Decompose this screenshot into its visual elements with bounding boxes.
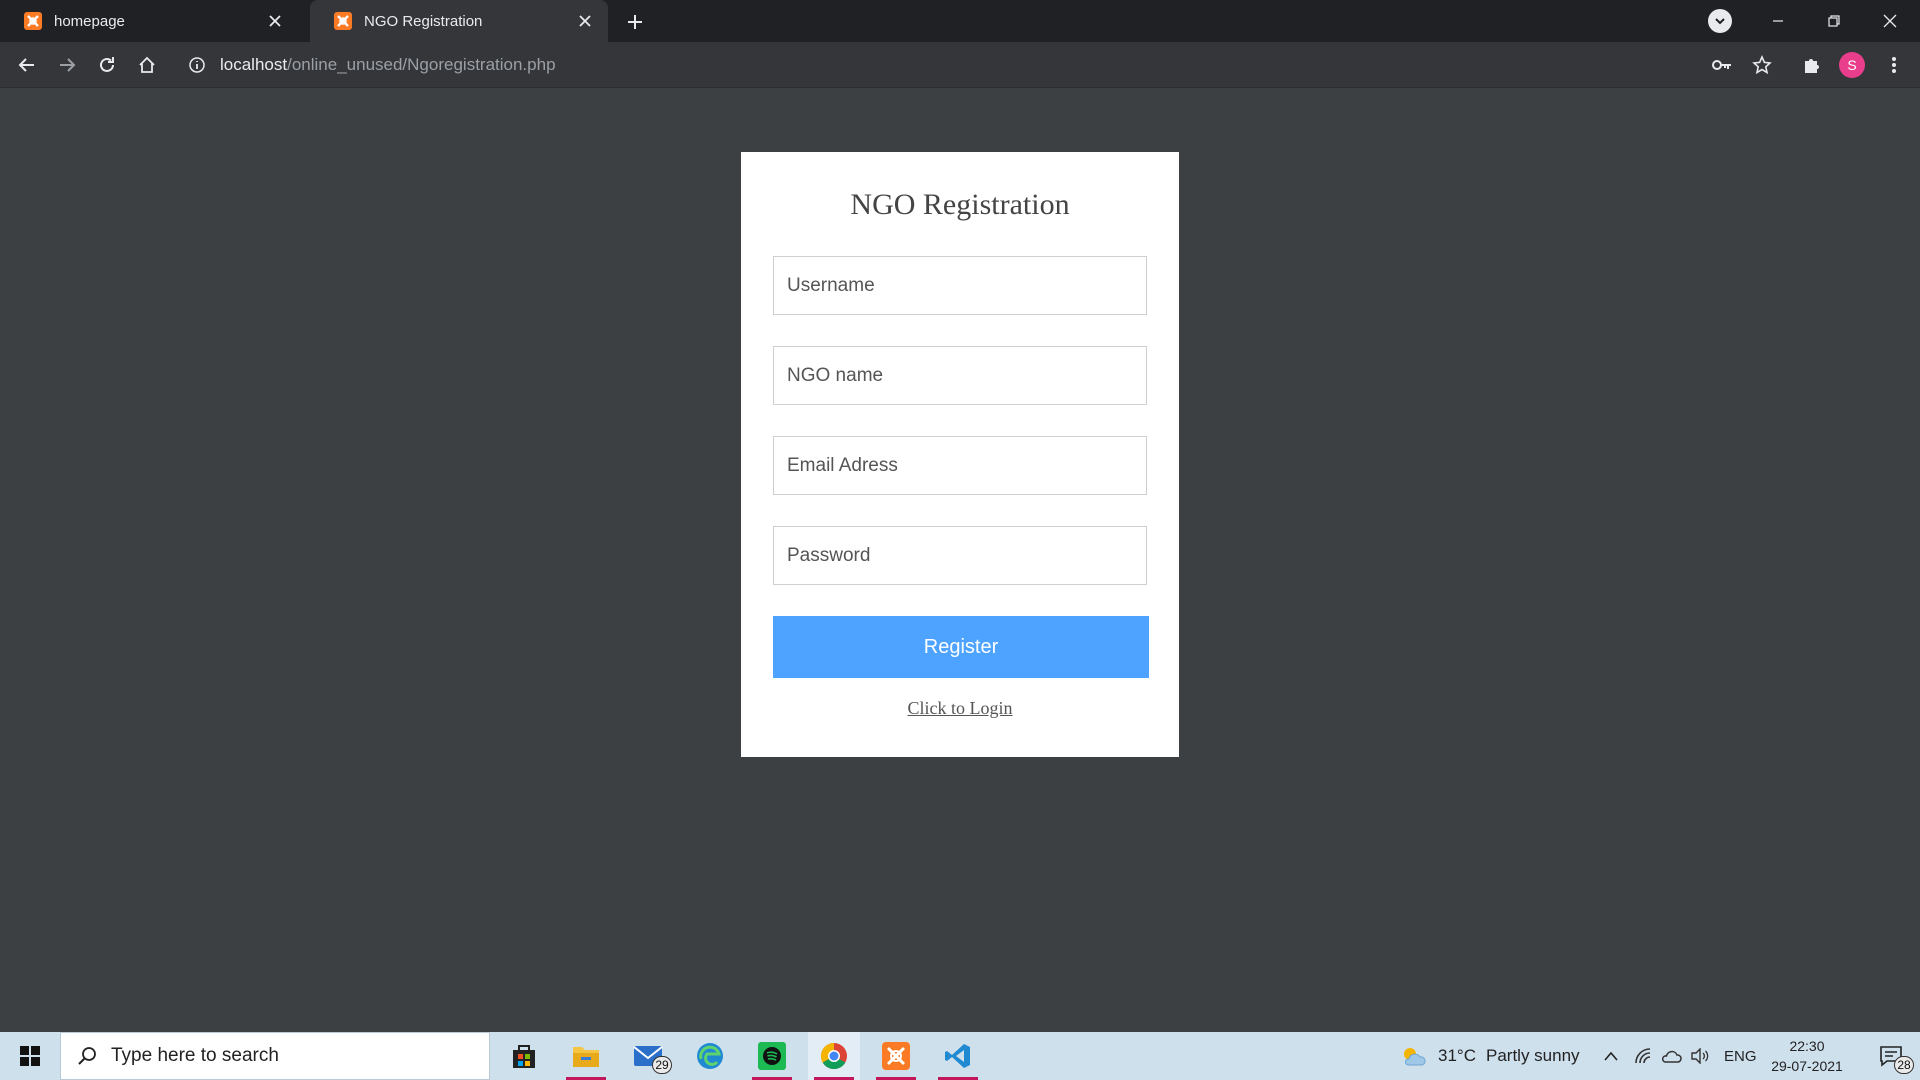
- xampp-icon: [24, 12, 42, 30]
- taskbar-app-store[interactable]: [498, 1032, 550, 1080]
- show-hidden-icons-button[interactable]: [1603, 1032, 1619, 1080]
- search-icon: [78, 1047, 96, 1065]
- minimize-button[interactable]: [1750, 0, 1806, 42]
- tab-title: NGO Registration: [364, 12, 483, 30]
- register-button[interactable]: Register: [773, 616, 1149, 678]
- folder-icon: [573, 1047, 599, 1067]
- taskbar-app-chrome[interactable]: [808, 1032, 860, 1080]
- taskbar-app-vscode[interactable]: [932, 1032, 984, 1080]
- close-window-button[interactable]: [1862, 0, 1918, 42]
- back-button[interactable]: [13, 51, 41, 79]
- more-vert-icon: [1892, 57, 1896, 73]
- info-icon[interactable]: [188, 56, 206, 74]
- close-icon[interactable]: [574, 10, 596, 32]
- plus-icon: [628, 15, 642, 29]
- xampp-icon: [882, 1042, 910, 1070]
- store-icon: [513, 1045, 535, 1068]
- taskbar-app-xampp[interactable]: [870, 1032, 922, 1080]
- clock-date: 29-07-2021: [1771, 1058, 1843, 1074]
- spotify-icon: [758, 1042, 786, 1070]
- input-language[interactable]: ENG: [1724, 1032, 1757, 1080]
- tab-homepage[interactable]: homepage: [0, 0, 298, 42]
- cloud-icon: [1661, 1050, 1682, 1063]
- password-input[interactable]: [773, 526, 1147, 585]
- speaker-icon: [1691, 1048, 1709, 1064]
- password-key-button[interactable]: [1708, 51, 1736, 79]
- key-icon: [1712, 60, 1731, 70]
- taskbar-app-file-explorer[interactable]: [560, 1032, 612, 1080]
- partly-sunny-icon: [1404, 1048, 1426, 1066]
- chevron-up-icon: [1604, 1051, 1618, 1061]
- mail-badge: 29: [652, 1056, 672, 1074]
- puzzle-icon: [1805, 59, 1819, 73]
- browser-toolbar: localhost/online_unused/Ngoregistration.…: [0, 42, 1920, 88]
- restore-button[interactable]: [1806, 0, 1862, 42]
- weather-desc: Partly sunny: [1485, 1046, 1580, 1065]
- login-link[interactable]: Click to Login: [741, 698, 1179, 719]
- vscode-icon: [945, 1044, 970, 1068]
- extensions-button[interactable]: [1798, 51, 1826, 79]
- url-host: localhost: [220, 55, 288, 74]
- close-icon[interactable]: [264, 10, 286, 32]
- weather-temp: 31°C: [1438, 1046, 1476, 1065]
- arrow-right-icon: [60, 58, 76, 72]
- new-tab-button[interactable]: [620, 7, 650, 37]
- tab-ngo-registration[interactable]: NGO Registration: [310, 0, 608, 42]
- reload-icon: [100, 57, 114, 72]
- tab-title: homepage: [54, 12, 125, 30]
- taskbar-app-mail[interactable]: 29: [622, 1032, 674, 1080]
- taskbar-app-spotify[interactable]: [746, 1032, 798, 1080]
- chevron-down-icon: [1715, 18, 1725, 25]
- reload-button[interactable]: [93, 51, 121, 79]
- minimize-icon: [1773, 20, 1783, 22]
- taskbar-app-edge[interactable]: [684, 1032, 736, 1080]
- weather-widget[interactable]: 31°C Partly sunny: [1400, 1032, 1580, 1080]
- star-icon: [1752, 55, 1772, 75]
- search-placeholder: Type here to search: [111, 1045, 279, 1066]
- wifi-icon: [1635, 1048, 1651, 1064]
- onedrive-button[interactable]: [1660, 1032, 1682, 1080]
- tab-strip: homepage NGO Registration: [0, 0, 1920, 42]
- home-icon: [139, 56, 155, 73]
- chrome-icon: [820, 1042, 847, 1070]
- username-input[interactable]: [773, 256, 1147, 315]
- close-icon: [1883, 14, 1897, 28]
- taskbar: Type here to search 29 31°C Partly sunny: [0, 1032, 1920, 1080]
- restore-icon: [1828, 15, 1840, 27]
- forward-button[interactable]: [53, 51, 81, 79]
- home-button[interactable]: [133, 51, 161, 79]
- url-text: localhost/online_unused/Ngoregistration.…: [220, 55, 556, 75]
- registration-card: NGO Registration Register Click to Login: [741, 152, 1179, 757]
- taskbar-clock[interactable]: 22:30 29-07-2021: [1762, 1036, 1852, 1076]
- tab-search-button[interactable]: [1708, 9, 1732, 33]
- bookmark-button[interactable]: [1748, 51, 1776, 79]
- volume-button[interactable]: [1690, 1032, 1710, 1080]
- xampp-icon: [334, 12, 352, 30]
- url-path: /online_unused/Ngoregistration.php: [287, 55, 556, 74]
- ngo-name-input[interactable]: [773, 346, 1147, 405]
- arrow-left-icon: [18, 58, 34, 72]
- clock-time: 22:30: [1789, 1038, 1825, 1054]
- windows-icon: [20, 1046, 40, 1066]
- taskbar-search[interactable]: Type here to search: [60, 1032, 490, 1080]
- start-button[interactable]: [0, 1032, 60, 1080]
- menu-button[interactable]: [1880, 51, 1908, 79]
- profile-avatar[interactable]: S: [1839, 52, 1865, 78]
- network-button[interactable]: [1634, 1032, 1652, 1080]
- edge-icon: [697, 1043, 723, 1069]
- email-input[interactable]: [773, 436, 1147, 495]
- notification-badge: 28: [1894, 1056, 1914, 1074]
- page-title: NGO Registration: [850, 188, 1070, 221]
- address-bar[interactable]: localhost/online_unused/Ngoregistration.…: [176, 47, 1716, 83]
- notification-center-button[interactable]: 28: [1862, 1032, 1920, 1080]
